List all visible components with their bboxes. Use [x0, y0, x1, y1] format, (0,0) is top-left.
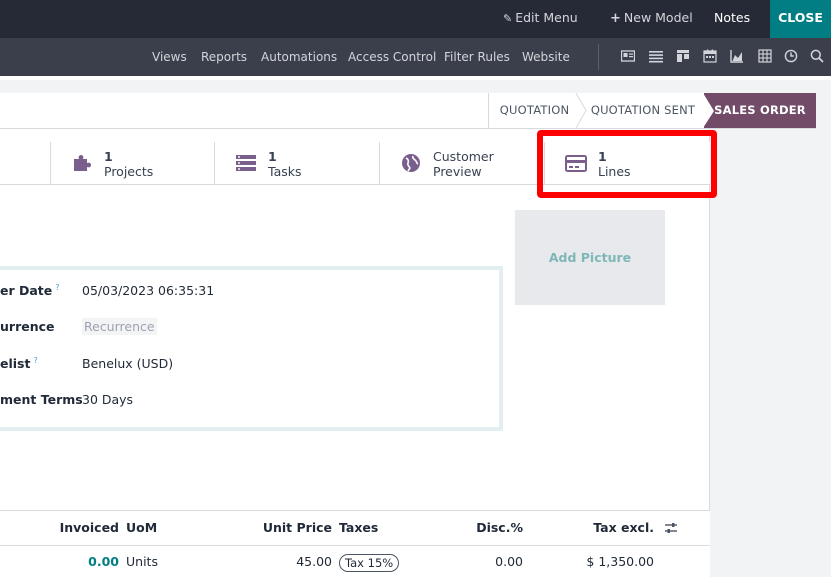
projects-label: Projects [104, 164, 154, 179]
globe-icon [400, 153, 422, 173]
tasks-icon [235, 153, 257, 173]
row-uom: Units [126, 554, 158, 569]
highlight-box [537, 130, 717, 198]
customer-preview-label: Customer Preview [433, 149, 494, 179]
notes-button[interactable]: Notes [714, 0, 750, 38]
col-tax-excl[interactable]: Tax excl. [593, 511, 654, 545]
right-gutter [710, 80, 831, 577]
col-taxes[interactable]: Taxes [339, 511, 378, 545]
col-uom[interactable]: UoM [126, 511, 157, 545]
payment-terms-value[interactable]: 30 Days [82, 392, 133, 407]
header-strip [0, 76, 831, 80]
row-discount: 0.00 [495, 554, 523, 569]
status-bar: QUOTATION QUOTATION SENT SALES ORDER [0, 93, 816, 129]
tasks-label: Tasks [268, 164, 302, 179]
stage-quotation[interactable]: QUOTATION [488, 93, 580, 128]
menubar-divider [598, 44, 599, 70]
help-tooltip[interactable]: ? [55, 283, 59, 292]
menu-reports[interactable]: Reports [201, 38, 247, 76]
col-invoiced[interactable]: Invoiced [60, 511, 119, 545]
customer-preview-line1: Customer [433, 149, 494, 164]
search-icon[interactable] [810, 49, 824, 63]
pencil-icon: ✎ [503, 12, 513, 25]
recurrence-label: urrence [0, 319, 55, 334]
tasks-smart-button[interactable]: 1 Tasks [214, 142, 380, 185]
help-tooltip[interactable]: ? [33, 356, 37, 365]
row-tax-badge: Tax 15% [339, 554, 400, 572]
menu-views[interactable]: Views [152, 38, 187, 76]
payment-terms-label: ment Terms [0, 392, 83, 407]
tasks-count: 1 [268, 149, 277, 164]
graph-icon[interactable] [730, 49, 744, 63]
new-model-button[interactable]: + New Model [610, 0, 693, 38]
customer-preview-smart-button[interactable]: Customer Preview [379, 142, 545, 185]
order-date-value[interactable]: 05/03/2023 06:35:31 [82, 283, 214, 298]
close-button[interactable]: CLOSE [770, 0, 831, 38]
menu-website[interactable]: Website [522, 38, 570, 76]
new-model-label: New Model [623, 10, 693, 25]
row-unit-price: 45.00 [296, 554, 332, 569]
table-row[interactable]: 0.00 Units 45.00 Tax 15% 0.00 $ 1,350.00 [0, 546, 710, 577]
col-unit-price[interactable]: Unit Price [263, 511, 332, 545]
kanban-icon[interactable] [676, 49, 690, 63]
list-icon[interactable] [649, 49, 663, 63]
add-picture-button[interactable]: Add Picture [515, 210, 665, 305]
studio-menubar: Views Reports Automations Access Control… [0, 38, 831, 76]
edit-menu-button[interactable]: ✎ Edit Menu [503, 0, 578, 38]
order-date-label: er Date? [0, 283, 60, 299]
pricelist-value[interactable]: Benelux (USD) [82, 356, 173, 371]
menu-filter-rules[interactable]: Filter Rules [444, 38, 510, 76]
stage-sales-order[interactable]: SALES ORDER [703, 93, 816, 128]
stage-quotation-sent[interactable]: QUOTATION SENT [580, 93, 706, 128]
customer-preview-line2: Preview [433, 164, 482, 179]
col-discount[interactable]: Disc.% [476, 511, 523, 545]
projects-count: 1 [104, 149, 113, 164]
menu-automations[interactable]: Automations [261, 38, 337, 76]
menu-access-control[interactable]: Access Control [348, 38, 436, 76]
recurrence-field[interactable]: Recurrence [82, 318, 157, 335]
pivot-icon[interactable] [758, 49, 772, 63]
row-tax-excl: $ 1,350.00 [586, 554, 654, 569]
edit-menu-label: Edit Menu [515, 10, 578, 25]
puzzle-icon [71, 153, 93, 173]
top-navbar: ✎ Edit Menu + New Model Notes CLOSE [0, 0, 831, 38]
row-invoiced: 0.00 [88, 554, 119, 569]
activity-icon[interactable] [784, 49, 798, 63]
optional-columns-icon[interactable] [664, 521, 678, 535]
pricelist-label: elist? [0, 356, 38, 372]
kanban-card-icon[interactable] [621, 49, 635, 63]
order-lines-header: Invoiced UoM Unit Price Taxes Disc.% Tax… [0, 510, 710, 546]
calendar-icon[interactable] [703, 49, 717, 63]
plus-icon: + [610, 11, 621, 26]
projects-smart-button[interactable]: 1 Projects [50, 142, 215, 185]
